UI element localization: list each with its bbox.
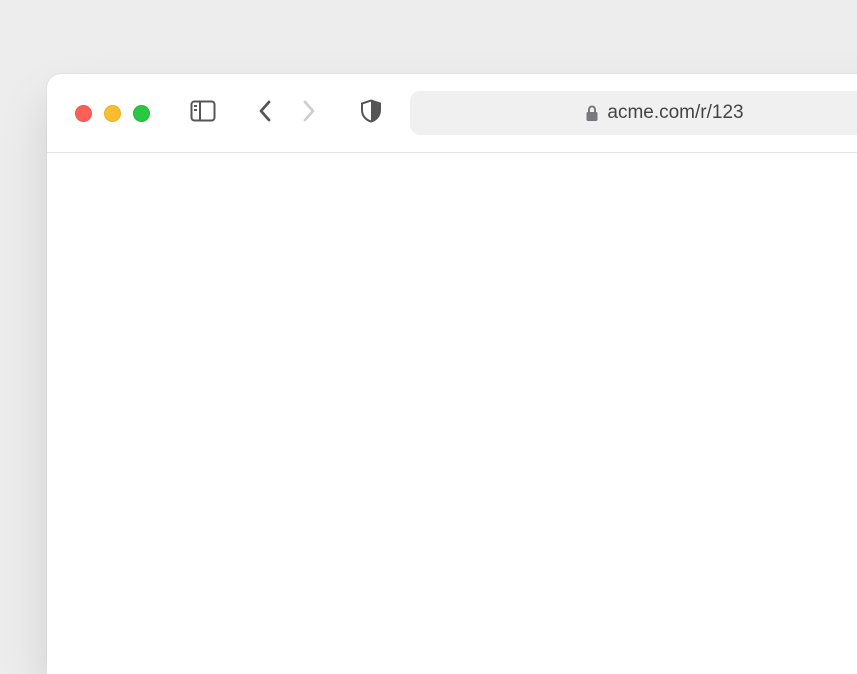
toolbar: acme.com/r/123 (47, 74, 857, 152)
forward-button[interactable] (294, 98, 324, 128)
sidebar-toggle-button[interactable] (188, 98, 218, 128)
shield-icon (360, 99, 382, 128)
url-text: acme.com/r/123 (607, 102, 743, 124)
privacy-shield-button[interactable] (356, 98, 386, 128)
close-window-button[interactable] (75, 105, 92, 122)
chevron-right-icon (301, 99, 317, 128)
browser-window: acme.com/r/123 (47, 74, 857, 674)
chevron-left-icon (257, 99, 273, 128)
address-bar[interactable]: acme.com/r/123 (410, 91, 857, 135)
maximize-window-button[interactable] (133, 105, 150, 122)
page-content (47, 153, 857, 674)
minimize-window-button[interactable] (104, 105, 121, 122)
url-content: acme.com/r/123 (585, 102, 743, 124)
back-button[interactable] (250, 98, 280, 128)
lock-icon (585, 105, 599, 122)
sidebar-icon (190, 100, 216, 127)
window-controls (75, 105, 150, 122)
